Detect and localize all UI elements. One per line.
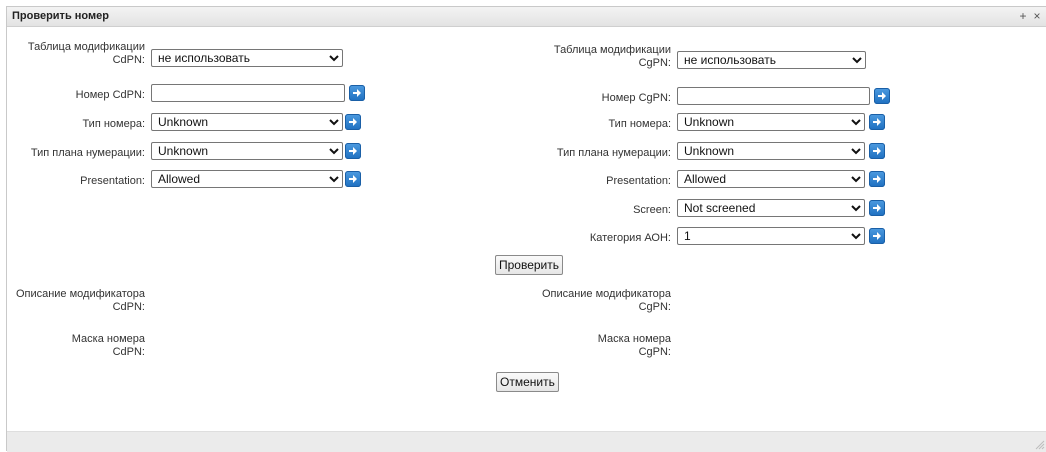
cgpn-type-select[interactable]: Unknown — [677, 113, 865, 131]
arrow-right-icon — [349, 175, 357, 183]
cgpn-plan-label: Тип плана нумерации: — [556, 147, 671, 159]
window-title: Проверить номер — [12, 10, 109, 22]
cdpn-plan-label: Тип плана нумерации: — [30, 147, 145, 159]
cgpn-presentation-select[interactable]: Allowed — [677, 170, 865, 188]
arrow-right-icon — [873, 147, 881, 155]
cgpn-screen-apply-button[interactable] — [869, 200, 885, 216]
cgpn-type-label: Тип номера: — [608, 118, 671, 130]
cdpn-desc-label-line1: Описание модификатора — [15, 288, 145, 300]
resize-grip-icon[interactable] — [1035, 440, 1045, 450]
check-number-window: Проверить номер + × Таблица модификации … — [6, 6, 1046, 452]
cgpn-plan-apply-button[interactable] — [869, 143, 885, 159]
cdpn-number-input[interactable] — [151, 84, 345, 102]
cdpn-number-label: Номер CdPN: — [75, 89, 145, 101]
cdpn-type-select[interactable]: Unknown — [151, 113, 343, 131]
cgpn-plan-select[interactable]: Unknown — [677, 142, 865, 160]
arrow-right-icon — [878, 92, 886, 100]
cgpn-desc-label-line2: CgPN: — [638, 301, 671, 313]
cgpn-aon-label: Категория АОН: — [589, 232, 671, 244]
cgpn-presentation-label: Presentation: — [606, 175, 671, 187]
cgpn-number-apply-button[interactable] — [874, 88, 890, 104]
cgpn-aon-select[interactable]: 1 — [677, 227, 865, 245]
cdpn-type-label: Тип номера: — [82, 118, 145, 130]
window-footer — [7, 431, 1046, 452]
cancel-button[interactable]: Отменить — [496, 372, 559, 392]
arrow-right-icon — [873, 175, 881, 183]
arrow-right-icon — [873, 232, 881, 240]
check-button[interactable]: Проверить — [495, 255, 564, 275]
cgpn-number-label: Номер CgPN: — [601, 92, 671, 104]
cdpn-desc-label-line2: CdPN: — [112, 301, 145, 313]
cdpn-presentation-select[interactable]: Allowed — [151, 170, 343, 188]
cgpn-screen-select[interactable]: Not screened — [677, 199, 865, 217]
cgpn-screen-label: Screen: — [633, 204, 671, 216]
arrow-right-icon — [349, 147, 357, 155]
cdpn-mod-table-label-line2: CdPN: — [112, 54, 145, 66]
cgpn-type-apply-button[interactable] — [869, 114, 885, 130]
cdpn-presentation-apply-button[interactable] — [345, 171, 361, 187]
cdpn-plan-apply-button[interactable] — [345, 143, 361, 159]
close-icon[interactable]: × — [1031, 10, 1043, 22]
cgpn-mask-label-line2: CgPN: — [638, 346, 671, 358]
cdpn-type-apply-button[interactable] — [345, 114, 361, 130]
cgpn-mod-table-label-line1: Таблица модификации — [553, 44, 671, 56]
plus-icon[interactable]: + — [1017, 10, 1029, 22]
cgpn-desc-label-line1: Описание модификатора — [541, 288, 671, 300]
cdpn-mask-label-line1: Маска номера — [71, 333, 145, 345]
cgpn-mask-label-line1: Маска номера — [597, 333, 671, 345]
cdpn-mod-table-select[interactable]: не использовать — [151, 49, 343, 67]
cdpn-mask-label-line2: CdPN: — [112, 346, 145, 358]
cdpn-plan-select[interactable]: Unknown — [151, 142, 343, 160]
cdpn-number-apply-button[interactable] — [349, 85, 365, 101]
cgpn-aon-apply-button[interactable] — [869, 228, 885, 244]
cgpn-number-input[interactable] — [677, 87, 870, 105]
cgpn-mod-table-label-line2: CgPN: — [638, 57, 671, 69]
arrow-right-icon — [353, 89, 361, 97]
cgpn-mod-table-select[interactable]: не использовать — [677, 51, 866, 69]
window-titlebar[interactable]: Проверить номер + × — [7, 7, 1046, 27]
arrow-right-icon — [873, 118, 881, 126]
cdpn-presentation-label: Presentation: — [80, 175, 145, 187]
cgpn-presentation-apply-button[interactable] — [869, 171, 885, 187]
arrow-right-icon — [873, 204, 881, 212]
arrow-right-icon — [349, 118, 357, 126]
cdpn-mod-table-label-line1: Таблица модификации — [27, 41, 145, 53]
